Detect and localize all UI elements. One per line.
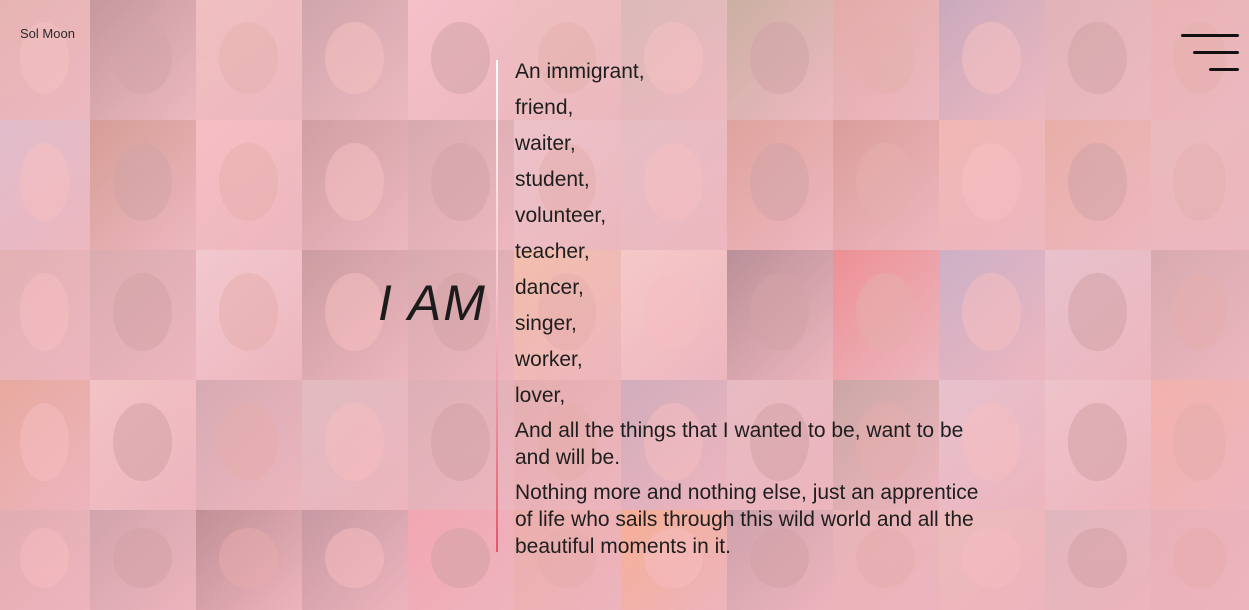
role-item: lover, xyxy=(515,384,566,407)
hero-heading: I AM xyxy=(378,275,487,331)
closing-paragraph: Nothing more and nothing else, just an a… xyxy=(515,481,979,558)
role-item: teacher, xyxy=(515,240,590,263)
role-item: student, xyxy=(515,168,590,191)
menu-line xyxy=(1209,68,1239,71)
hamburger-menu-icon[interactable] xyxy=(1179,34,1239,72)
role-item: worker, xyxy=(515,348,583,371)
role-item: dancer, xyxy=(515,276,584,299)
role-item: An immigrant, xyxy=(515,60,645,83)
role-item: singer, xyxy=(515,312,577,335)
role-item: friend, xyxy=(515,96,574,119)
role-item: volunteer, xyxy=(515,204,607,227)
menu-line xyxy=(1193,51,1239,54)
brand-name[interactable]: Sol Moon xyxy=(20,26,75,41)
menu-line xyxy=(1181,34,1239,37)
aspiration-paragraph: And all the things that I wanted to be, … xyxy=(515,419,964,469)
vertical-divider xyxy=(496,60,498,552)
role-item: waiter, xyxy=(515,132,576,155)
roles-list: An immigrant, friend, waiter, student, v… xyxy=(515,57,985,568)
